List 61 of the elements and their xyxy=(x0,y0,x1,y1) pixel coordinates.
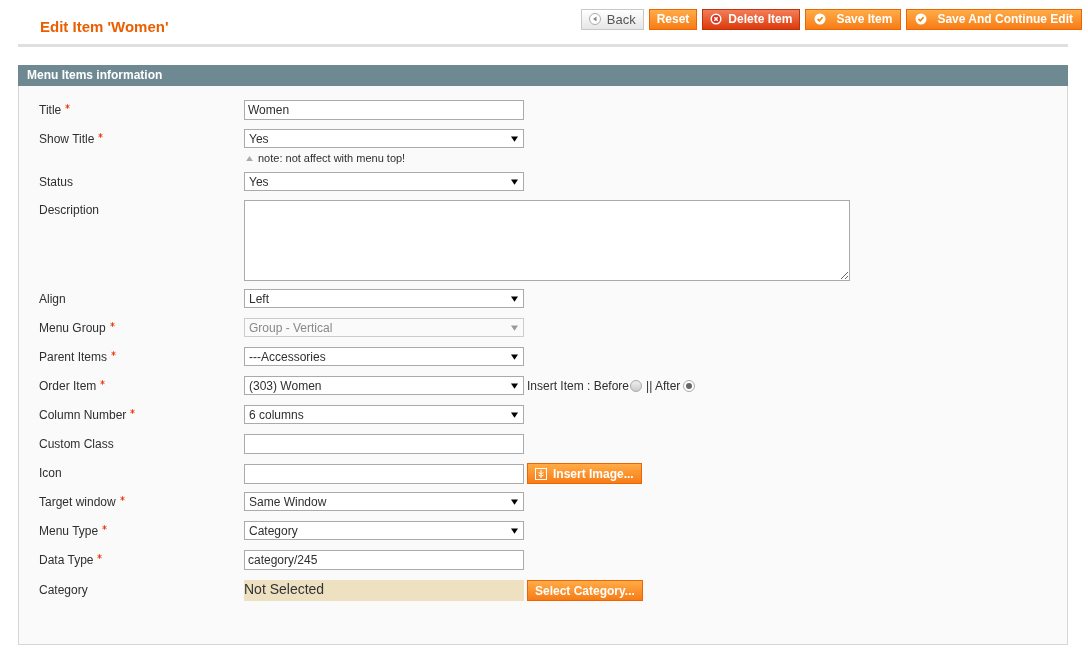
field-label: Show Title xyxy=(39,132,95,146)
description-textarea[interactable] xyxy=(244,200,850,281)
dropdown-caret-icon xyxy=(511,382,518,389)
dropdown-caret-icon xyxy=(511,353,518,360)
required-asterisk-icon xyxy=(111,351,117,356)
radio-button[interactable] xyxy=(630,379,643,392)
field-label: Order Item xyxy=(39,379,97,393)
field-label: Custom Class xyxy=(39,437,114,451)
required-asterisk-icon xyxy=(119,496,125,501)
dropdown-caret-icon xyxy=(511,178,518,185)
select-dropdown[interactable]: Category xyxy=(244,521,524,540)
delete-button[interactable]: Delete Item xyxy=(702,8,801,30)
select-dropdown[interactable]: Yes xyxy=(244,129,524,148)
field-label: Description xyxy=(39,203,100,217)
required-asterisk-icon xyxy=(102,525,108,530)
checkmark-icon xyxy=(814,13,827,25)
field-label: Menu Type xyxy=(39,524,99,538)
field-label: Column Number xyxy=(39,408,127,422)
select-dropdown[interactable]: (303) Women xyxy=(244,376,524,395)
field-label: Title xyxy=(39,103,62,117)
required-asterisk-icon xyxy=(100,380,106,385)
field-label: Icon xyxy=(39,466,62,480)
select-dropdown[interactable]: 6 columns xyxy=(244,405,524,424)
required-asterisk-icon xyxy=(97,554,103,559)
required-asterisk-icon xyxy=(109,322,115,327)
select-dropdown[interactable]: ---Accessories xyxy=(244,347,524,366)
field-label: Data Type xyxy=(39,553,94,567)
field-label: Menu Group xyxy=(39,321,106,335)
required-asterisk-icon xyxy=(130,409,136,414)
dropdown-caret-icon xyxy=(511,324,518,331)
x-circle-icon xyxy=(710,13,723,25)
field-label: Category xyxy=(39,583,88,597)
text-input[interactable]: category/245 xyxy=(244,550,524,570)
checkmark-icon xyxy=(915,13,928,25)
field-label: Align xyxy=(39,292,66,306)
dropdown-caret-icon xyxy=(511,527,518,534)
triangle-icon xyxy=(246,155,253,161)
section-header: Menu Items information xyxy=(18,65,1068,86)
dropdown-caret-icon xyxy=(511,135,518,142)
dropdown-caret-icon xyxy=(511,411,518,418)
category-display: Not Selected xyxy=(244,580,524,601)
field-label: Target window xyxy=(39,495,116,509)
text-input[interactable]: Women xyxy=(244,100,524,120)
page-title: Edit Item 'Women' xyxy=(40,17,169,35)
dropdown-caret-icon xyxy=(511,295,518,302)
field-label: Status xyxy=(39,175,74,189)
required-asterisk-icon xyxy=(98,133,104,138)
select-dropdown[interactable]: Yes xyxy=(244,172,524,191)
text-input[interactable] xyxy=(244,434,524,454)
text-input[interactable] xyxy=(244,463,524,484)
back-button[interactable]: Back xyxy=(580,8,644,30)
select-dropdown[interactable]: Same Window xyxy=(244,492,524,511)
select-dropdown[interactable]: Left xyxy=(244,289,524,308)
image-icon xyxy=(535,467,547,480)
radio-label: || After xyxy=(646,378,681,393)
field-note: note: not affect with menu top! xyxy=(258,152,406,164)
radio-button[interactable] xyxy=(683,379,696,392)
radio-label: Insert Item : Before xyxy=(527,378,630,393)
field-label: Parent Items xyxy=(39,350,108,364)
dropdown-caret-icon xyxy=(511,498,518,505)
required-asterisk-icon xyxy=(65,104,71,109)
